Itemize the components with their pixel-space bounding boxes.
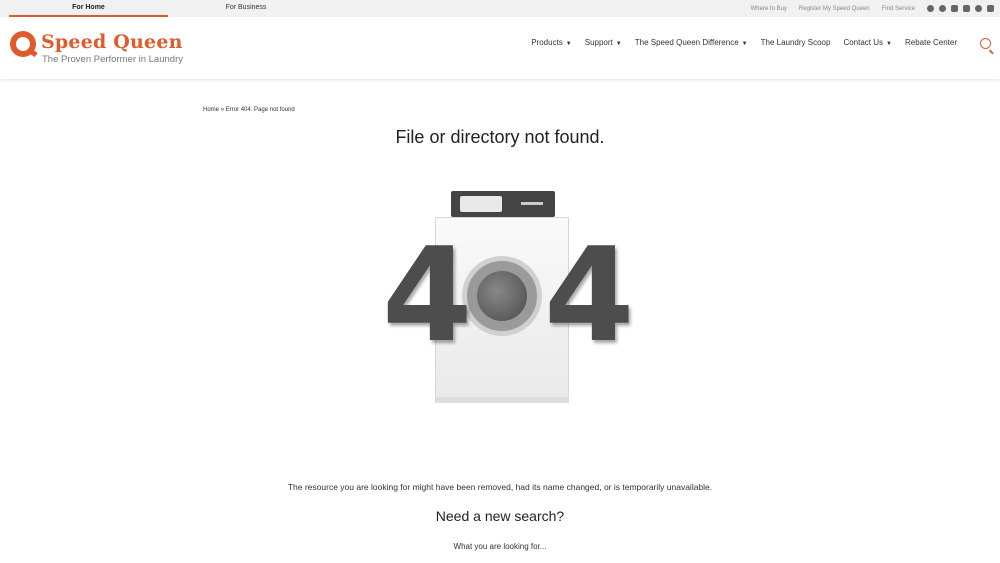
logo-tagline: The Proven Performer in Laundry — [42, 54, 183, 65]
caret-down-icon: ▼ — [565, 41, 572, 47]
search-input[interactable]: What you are looking for... — [0, 542, 1000, 551]
social-links — [927, 5, 994, 12]
register-link[interactable]: Register My Speed Queen — [799, 6, 870, 12]
tiktok-icon[interactable] — [987, 5, 994, 12]
digit-four-right: 4 — [544, 219, 635, 371]
nav-support[interactable]: Support ▼ — [585, 38, 622, 47]
utility-bar: For Home For Business Where to Buy Regis… — [0, 0, 1000, 17]
search-heading: Need a new search? — [435, 508, 565, 524]
page-title: File or directory not found. — [395, 127, 605, 147]
breadcrumb-home[interactable]: Home — [203, 107, 219, 113]
instagram-icon[interactable] — [975, 5, 982, 12]
main-nav: Products ▼ Support ▼ The Speed Queen Diffe… — [531, 38, 957, 47]
find-service-link[interactable]: Find Service — [882, 6, 915, 12]
logo-wordmark[interactable]: Speed Queen — [41, 31, 183, 53]
globe-icon[interactable] — [927, 5, 934, 12]
nav-products[interactable]: Products ▼ — [531, 38, 572, 47]
nav-difference[interactable]: The Speed Queen Difference ▼ — [635, 38, 748, 47]
caret-down-icon: ▼ — [741, 41, 748, 47]
caret-down-icon: ▼ — [886, 41, 892, 47]
nav-label: The Laundry Scoop — [760, 38, 831, 47]
tab-for-home[interactable]: For Home — [9, 0, 168, 17]
nav-rebate-center[interactable]: Rebate Center — [905, 38, 957, 47]
caret-down-icon: ▼ — [615, 41, 622, 47]
breadcrumb-current: Error 404: Page not found — [225, 107, 295, 113]
breadcrumb-separator: » — [220, 107, 225, 113]
error-404-illustration: 4 4 — [382, 191, 634, 403]
nav-label: Contact Us — [843, 38, 884, 47]
logo-q-icon[interactable] — [10, 31, 38, 58]
nav-contact[interactable]: Contact Us ▼ — [843, 38, 892, 47]
nav-label: Rebate Center — [904, 38, 957, 47]
nav-label: The Speed Queen Difference — [634, 38, 739, 47]
error-message: The resource you are looking for might h… — [287, 482, 713, 492]
twitter-icon[interactable] — [963, 5, 970, 12]
utility-links: Where to Buy Register My Speed Queen Fin… — [751, 0, 994, 17]
tab-for-business[interactable]: For Business — [168, 0, 324, 17]
youtube-icon[interactable] — [951, 5, 958, 12]
search-icon[interactable] — [980, 38, 991, 49]
digit-four-left: 4 — [382, 219, 473, 371]
where-to-buy-link[interactable]: Where to Buy — [751, 6, 787, 12]
breadcrumb: Home » Error 404: Page not found — [203, 107, 295, 113]
facebook-icon[interactable] — [939, 5, 946, 12]
nav-label: Support — [584, 38, 613, 47]
site-header: Speed Queen The Proven Performer in Laun… — [0, 17, 1000, 79]
nav-label: Products — [531, 38, 563, 47]
nav-laundry-scoop[interactable]: The Laundry Scoop — [761, 38, 831, 47]
